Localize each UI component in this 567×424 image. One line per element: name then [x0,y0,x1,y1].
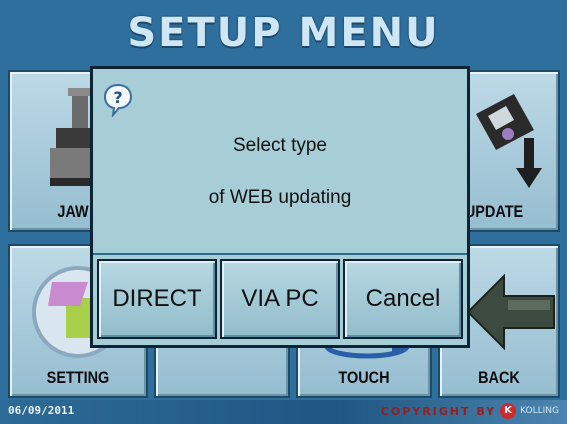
dialog-divider [93,253,467,255]
dialog-message-line2: of WEB updating [208,187,352,208]
copyright-notice: COPYRIGHT BY K KOLLING [381,403,559,419]
question-icon: ? [103,83,133,117]
floppy-disk-download-icon [476,94,542,188]
tile-label: SETTING [46,368,110,387]
tile-label: BACK [478,368,520,387]
status-footer: 06/09/2011 COPYRIGHT BY K KOLLING [0,400,567,424]
dialog-message-line1: Select type [233,135,327,156]
date-label: 06/09/2011 [8,404,75,417]
brand-name: KOLLING [520,406,559,416]
update-type-dialog: ? Select type of WEB updating DIRECT VIA… [90,66,470,348]
direct-button[interactable]: DIRECT [97,259,217,339]
cancel-button[interactable]: Cancel [343,259,463,339]
svg-text:?: ? [113,88,122,107]
setup-menu-screen: SETUP MENU JAW UPDATE SETTING TOUCH BACK… [0,0,567,424]
page-title: SETUP MENU [127,10,440,56]
copyright-text: COPYRIGHT BY [380,404,497,418]
brand-logo: K [500,403,517,419]
tile-label: TOUCH [338,368,390,387]
via-pc-button[interactable]: VIA PC [220,259,340,339]
back-arrow-icon [466,273,555,351]
